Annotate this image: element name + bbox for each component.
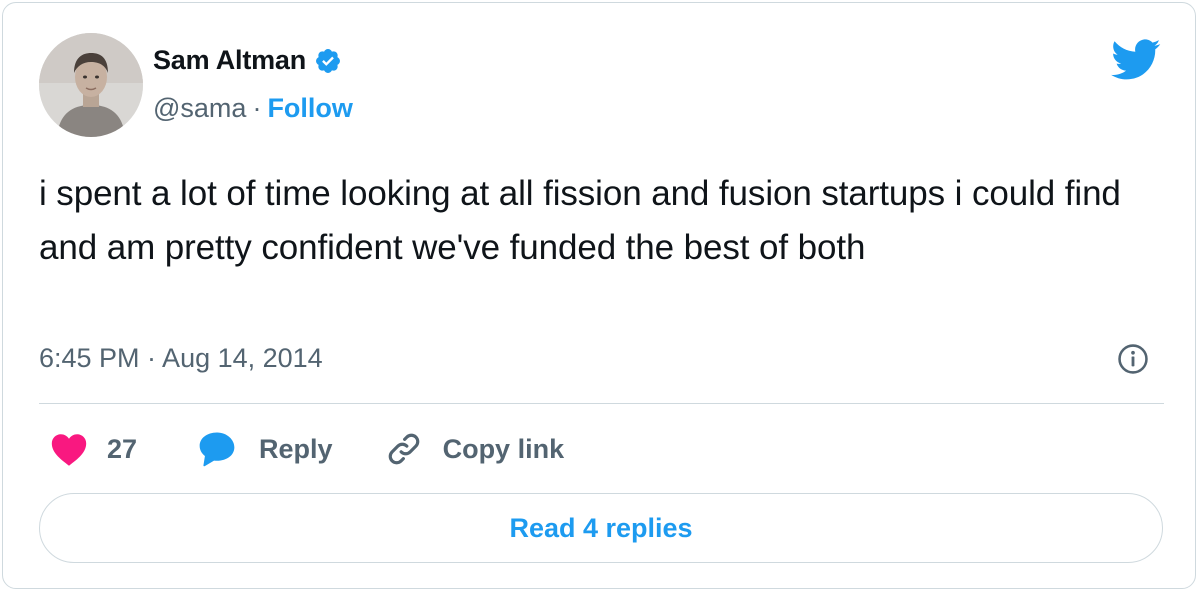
- action-bar: 27 Reply Copy link: [49, 427, 564, 471]
- like-button[interactable]: 27: [49, 431, 137, 467]
- author-handle[interactable]: @sama: [153, 93, 246, 124]
- reply-bubble-icon: [197, 430, 237, 468]
- copy-link-button[interactable]: Copy link: [385, 430, 565, 468]
- handle-separator: ·: [252, 93, 262, 123]
- twitter-bird-icon[interactable]: [1111, 39, 1161, 81]
- author-name-row: Sam Altman: [153, 45, 342, 76]
- author-name[interactable]: Sam Altman: [153, 45, 306, 76]
- reply-button[interactable]: Reply: [197, 430, 333, 468]
- tweet-text: i spent a lot of time looking at all fis…: [39, 174, 1121, 267]
- read-replies-button[interactable]: Read 4 replies: [39, 493, 1163, 563]
- avatar-image: [39, 33, 143, 137]
- divider: [39, 403, 1164, 404]
- info-icon[interactable]: [1116, 342, 1150, 376]
- heart-icon: [49, 431, 89, 467]
- copy-link-label: Copy link: [442, 433, 565, 464]
- tweet-timestamp[interactable]: 6:45 PM · Aug 14, 2014: [39, 343, 323, 374]
- link-icon: [385, 430, 423, 468]
- author-handle-row: @sama · Follow: [153, 93, 353, 124]
- reply-label: Reply: [259, 433, 333, 464]
- follow-link[interactable]: Follow: [267, 93, 352, 124]
- tweet-card: Sam Altman @sama · Follow i spent a lot …: [2, 2, 1196, 589]
- verified-badge-icon: [314, 47, 342, 75]
- avatar[interactable]: [39, 33, 143, 137]
- like-count: 27: [107, 433, 138, 464]
